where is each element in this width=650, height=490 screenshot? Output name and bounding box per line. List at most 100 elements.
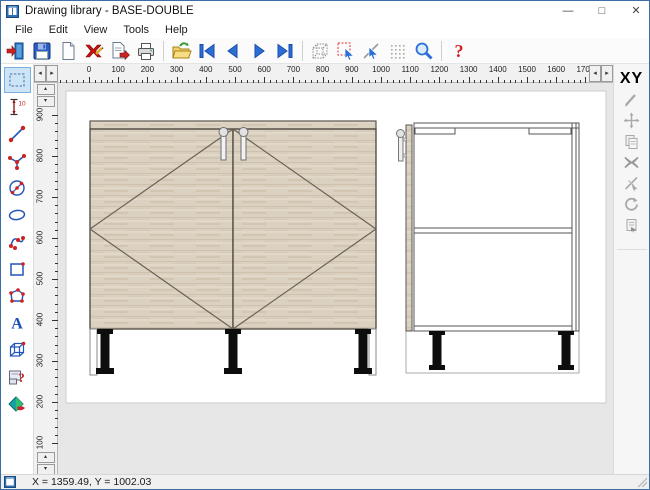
tool-circle[interactable]: [4, 175, 31, 201]
view-3d-button[interactable]: [307, 39, 333, 63]
select-icon: [7, 70, 27, 90]
ruler-label: 400: [36, 307, 45, 333]
toolbar-separator: [441, 41, 442, 61]
ruler-label: 800: [36, 143, 45, 169]
new-page-icon: [57, 40, 79, 62]
copy-pages-icon: [623, 133, 640, 150]
help-button[interactable]: ?: [446, 39, 472, 63]
tool-line[interactable]: [4, 121, 31, 147]
panel-move-button[interactable]: [620, 111, 644, 130]
app-window: Drawing library - BASE-DOUBLE — □ ✕ File…: [0, 0, 650, 490]
scroll-up-button[interactable]: ▴: [37, 452, 55, 463]
open-button[interactable]: [168, 39, 194, 63]
ruler-label: 100: [36, 430, 45, 452]
previous-record-button[interactable]: [220, 39, 246, 63]
last-icon: [274, 40, 296, 62]
ellipse-icon: [7, 205, 27, 225]
open-folder-icon: [170, 40, 192, 62]
panel-rotate-button[interactable]: [620, 195, 644, 214]
tool-box-3d[interactable]: [4, 337, 31, 363]
drawing-svg[interactable]: [58, 83, 613, 474]
menu-item-file[interactable]: File: [7, 23, 41, 37]
save-floppy-icon: [31, 40, 53, 62]
panel-apply-button[interactable]: [620, 216, 644, 235]
ruler-label: 1600: [543, 65, 569, 74]
ruler-label: 700: [36, 184, 45, 210]
select-points-button[interactable]: [333, 39, 359, 63]
ruler-label: 600: [251, 65, 277, 74]
maximize-button[interactable]: □: [595, 1, 609, 21]
menu-item-view[interactable]: View: [76, 23, 116, 37]
scroll-left-button[interactable]: ◂: [34, 65, 46, 82]
tool-fill[interactable]: [4, 391, 31, 417]
move-icon: [623, 112, 640, 129]
menu-item-tools[interactable]: Tools: [115, 23, 157, 37]
panel-copy-button[interactable]: [620, 132, 644, 151]
panel-divider: [617, 249, 647, 250]
tool-text[interactable]: A: [4, 310, 31, 336]
resize-grip[interactable]: [637, 477, 647, 487]
scroll-left-button[interactable]: ◂: [589, 65, 601, 82]
ruler-label: 800: [310, 65, 336, 74]
line-icon: [7, 124, 27, 144]
delete-button[interactable]: [81, 39, 107, 63]
svg-text:?: ?: [455, 41, 464, 61]
scroll-down-button[interactable]: ▾: [37, 96, 55, 107]
tool-polygon[interactable]: [4, 283, 31, 309]
magnifier-icon: [413, 40, 435, 62]
panel-trim-button[interactable]: [620, 174, 644, 193]
polyline-icon: [7, 151, 27, 171]
ruler-label: 900: [36, 108, 45, 128]
menu-item-edit[interactable]: Edit: [41, 23, 76, 37]
status-bar: X = 1359.49, Y = 1002.03: [1, 474, 649, 489]
tool-polyline[interactable]: [4, 148, 31, 174]
tool-curve[interactable]: [4, 229, 31, 255]
copy-button[interactable]: [107, 39, 133, 63]
app-icon: [6, 5, 19, 18]
status-app-icon: [4, 476, 16, 488]
print-button[interactable]: [133, 39, 159, 63]
ruler-label: 1100: [397, 65, 423, 74]
scroll-up-button[interactable]: ▴: [37, 84, 55, 95]
grid-button[interactable]: [385, 39, 411, 63]
curve-icon: [7, 232, 27, 252]
menu-item-help[interactable]: Help: [157, 23, 196, 37]
ruler-label: 1000: [368, 65, 394, 74]
tool-dimension[interactable]: 10: [4, 94, 31, 120]
scroll-right-button[interactable]: ▸: [46, 65, 58, 82]
wireframe-cube-icon: [309, 40, 331, 62]
drawing-canvas[interactable]: [58, 83, 613, 474]
previous-icon: [222, 40, 244, 62]
snap-button[interactable]: [359, 39, 385, 63]
first-icon: [196, 40, 218, 62]
tool-ellipse[interactable]: [4, 202, 31, 228]
ruler-label: 400: [193, 65, 219, 74]
tool-select[interactable]: [4, 67, 31, 93]
ruler-label: 600: [36, 225, 45, 251]
right-panel: XY: [613, 64, 649, 474]
panel-draw-button[interactable]: [620, 90, 644, 109]
next-record-button[interactable]: [246, 39, 272, 63]
save-button[interactable]: [29, 39, 55, 63]
last-record-button[interactable]: [272, 39, 298, 63]
ruler-label: 1200: [426, 65, 452, 74]
tool-drawing-form[interactable]: ?: [4, 364, 31, 390]
first-record-button[interactable]: [194, 39, 220, 63]
ruler-label: 1500: [514, 65, 540, 74]
polygon-icon: [7, 286, 27, 306]
zoom-button[interactable]: [411, 39, 437, 63]
grid-icon: [387, 40, 409, 62]
ruler-label: 100: [105, 65, 131, 74]
new-button[interactable]: [55, 39, 81, 63]
exit-button[interactable]: [3, 39, 29, 63]
scroll-right-button[interactable]: ▸: [601, 65, 613, 82]
close-button[interactable]: ✕: [629, 1, 643, 21]
delete-x-icon: [623, 154, 640, 171]
ruler-label: 200: [36, 389, 45, 415]
ruler-label: 500: [222, 65, 248, 74]
rotate-icon: [623, 196, 640, 213]
panel-delete-button[interactable]: [620, 153, 644, 172]
ruler-label: 500: [36, 266, 45, 292]
minimize-button[interactable]: —: [561, 1, 575, 21]
tool-rectangle[interactable]: [4, 256, 31, 282]
